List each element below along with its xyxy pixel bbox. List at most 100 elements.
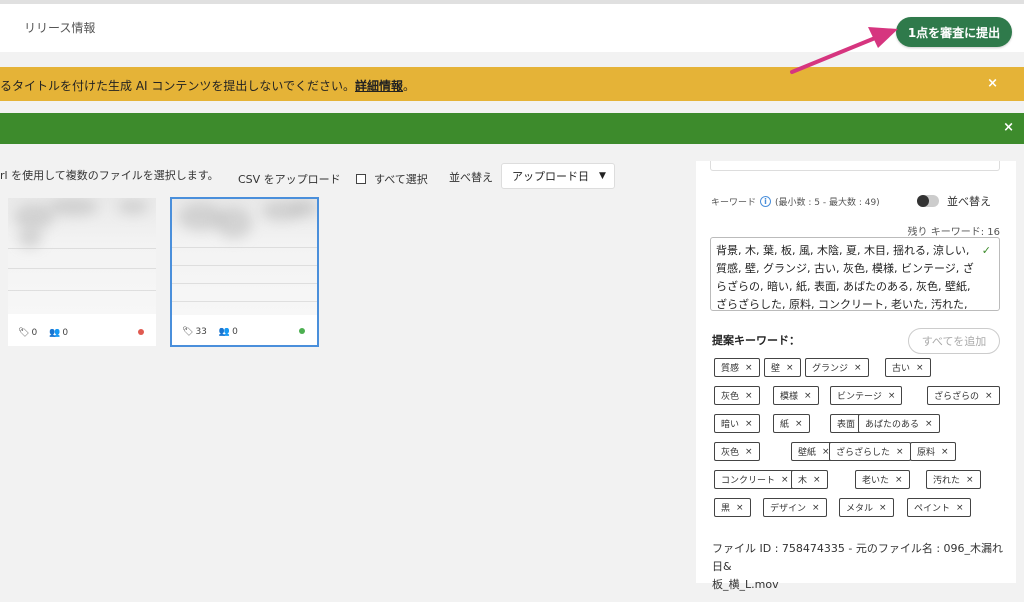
- remove-tag-icon[interactable]: ×: [966, 475, 974, 485]
- keyword-count: 0: [31, 328, 38, 338]
- tag-label: 灰色: [721, 392, 740, 402]
- tag-icon: 🏷: [18, 328, 30, 338]
- tag-icon: 🏷: [182, 327, 194, 337]
- remove-tag-icon[interactable]: ×: [804, 391, 812, 401]
- suggested-keyword-tag[interactable]: 灰色 ×: [714, 442, 760, 461]
- remove-tag-icon[interactable]: ×: [879, 503, 887, 513]
- suggested-keyword-tag[interactable]: 壁 ×: [764, 358, 801, 377]
- warning-suffix: 。: [403, 79, 416, 93]
- file-card-selected[interactable]: 🏷 33 👥 0: [170, 197, 319, 347]
- remove-tag-icon[interactable]: ×: [956, 503, 964, 513]
- file-details-panel: キーワード i (最小数 : 5 - 最大数 : 49) 並べ替え 残り キーワ…: [696, 161, 1016, 591]
- header: リリース情報 1点を審査に提出: [0, 4, 1024, 52]
- tag-label: 表面: [837, 420, 856, 430]
- tag-label: 灰色: [721, 448, 740, 458]
- remove-tag-icon[interactable]: ×: [925, 419, 933, 429]
- tag-label: 汚れた: [933, 476, 961, 486]
- suggested-keyword-tag[interactable]: 暗い ×: [714, 414, 760, 433]
- keyword-label: キーワード i (最小数 : 5 - 最大数 : 49): [711, 195, 880, 208]
- remove-tag-icon[interactable]: ×: [854, 363, 862, 373]
- warning-message: るタイトルを付けた生成 AI コンテンツを提出しないでください。: [0, 79, 356, 93]
- people-icon: 👥: [49, 328, 61, 338]
- suggested-keyword-tag[interactable]: 老いた ×: [855, 470, 910, 489]
- tag-label: ペイント: [914, 504, 951, 514]
- select-all-checkbox[interactable]: [356, 174, 366, 184]
- file-thumbnail: [172, 199, 317, 315]
- tag-label: 質感: [721, 364, 740, 374]
- keyword-sort-toggle[interactable]: [917, 195, 939, 207]
- suggested-keyword-tag[interactable]: デザイン ×: [763, 498, 827, 517]
- remove-tag-icon[interactable]: ×: [745, 419, 753, 429]
- remove-tag-icon[interactable]: ×: [781, 475, 789, 485]
- sort-label: 並べ替え: [449, 171, 493, 184]
- people-icon: 👥: [218, 327, 231, 337]
- suggested-keyword-tag[interactable]: 原料 ×: [910, 442, 956, 461]
- tag-label: ざらざらの: [934, 392, 980, 402]
- tag-label: グランジ: [812, 364, 849, 374]
- tag-label: 原料: [917, 448, 936, 458]
- csv-upload-button[interactable]: CSV をアップロード: [238, 171, 341, 187]
- tag-label: あばたのある: [865, 420, 920, 430]
- suggested-keyword-tag[interactable]: 黒 ×: [714, 498, 751, 517]
- sort-dropdown[interactable]: アップロード日 ▼: [501, 163, 615, 189]
- file-meta: 🏷 0 👥 0: [18, 328, 70, 338]
- release-info-link[interactable]: リリース情報: [24, 19, 95, 36]
- remove-tag-icon[interactable]: ×: [916, 363, 924, 373]
- keyword-range: (最小数 : 5 - 最大数 : 49): [775, 198, 880, 208]
- remove-tag-icon[interactable]: ×: [745, 391, 753, 401]
- people-count: 0: [232, 327, 238, 337]
- remove-tag-icon[interactable]: ×: [745, 363, 753, 373]
- status-dot: [138, 329, 144, 335]
- submit-for-review-button[interactable]: 1点を審査に提出: [896, 17, 1012, 47]
- suggested-keyword-tag[interactable]: 汚れた ×: [926, 470, 981, 489]
- remove-tag-icon[interactable]: ×: [745, 447, 753, 457]
- suggested-keyword-tag[interactable]: ざらざらの ×: [927, 386, 1000, 405]
- file-thumbnail: [8, 198, 156, 314]
- info-icon[interactable]: i: [760, 196, 772, 207]
- remove-tag-icon[interactable]: ×: [736, 503, 744, 513]
- close-warning-icon[interactable]: ×: [987, 76, 998, 91]
- select-all-control[interactable]: すべて選択: [356, 171, 428, 187]
- tag-label: デザイン: [770, 504, 807, 514]
- multi-select-hint: rl を使用して複数のファイルを選択します。: [0, 169, 219, 182]
- suggested-keyword-tag[interactable]: あばたのある ×: [858, 414, 940, 433]
- suggested-keyword-tag[interactable]: ざらざらした ×: [829, 442, 911, 461]
- tag-label: 壁: [771, 364, 781, 374]
- file-info-line: 板_横_L.mov: [712, 578, 779, 591]
- tag-label: 壁紙: [798, 448, 817, 458]
- suggested-keyword-tag[interactable]: ビンテージ ×: [830, 386, 903, 405]
- suggested-keyword-tag[interactable]: 木 ×: [791, 470, 828, 489]
- suggested-keyword-tag[interactable]: ペイント ×: [907, 498, 971, 517]
- suggested-keyword-tag[interactable]: 模様 ×: [773, 386, 819, 405]
- remove-tag-icon[interactable]: ×: [896, 447, 904, 457]
- title-field[interactable]: [710, 161, 1000, 171]
- add-all-button[interactable]: すべてを追加: [908, 328, 1000, 354]
- suggested-keyword-tag[interactable]: メタル ×: [839, 498, 894, 517]
- suggested-keyword-tag[interactable]: 質感 ×: [714, 358, 760, 377]
- tag-label: 古い: [892, 364, 911, 374]
- people-count: 0: [62, 328, 69, 338]
- file-meta: 🏷 33 👥 0: [182, 327, 240, 337]
- remove-tag-icon[interactable]: ×: [888, 391, 896, 401]
- keyword-sort-label: 並べ替え: [947, 195, 991, 208]
- checkmark-icon: ✓: [981, 244, 991, 257]
- remaining-keywords: 残り キーワード: 16: [907, 227, 1000, 238]
- suggested-keyword-tag[interactable]: 紙 ×: [773, 414, 810, 433]
- details-link[interactable]: 詳細情報: [355, 79, 403, 93]
- suggested-keyword-tag[interactable]: コンクリート ×: [714, 470, 796, 489]
- remove-tag-icon[interactable]: ×: [812, 503, 820, 513]
- tag-label: ざらざらした: [836, 448, 891, 458]
- remove-tag-icon[interactable]: ×: [985, 391, 993, 401]
- file-card[interactable]: 🏷 0 👥 0: [8, 198, 156, 346]
- remove-tag-icon[interactable]: ×: [786, 363, 794, 373]
- tag-label: 木: [798, 476, 808, 486]
- remove-tag-icon[interactable]: ×: [941, 447, 949, 457]
- suggested-keyword-tag[interactable]: グランジ ×: [805, 358, 869, 377]
- close-success-icon[interactable]: ×: [1003, 120, 1014, 135]
- remove-tag-icon[interactable]: ×: [795, 419, 803, 429]
- remove-tag-icon[interactable]: ×: [813, 475, 821, 485]
- remove-tag-icon[interactable]: ×: [895, 475, 903, 485]
- suggested-keyword-tag[interactable]: 古い ×: [885, 358, 931, 377]
- keywords-textarea[interactable]: 背景, 木, 葉, 板, 風, 木陰, 夏, 木目, 揺れる, 涼しい, 質感,…: [710, 237, 1000, 311]
- suggested-keyword-tag[interactable]: 灰色 ×: [714, 386, 760, 405]
